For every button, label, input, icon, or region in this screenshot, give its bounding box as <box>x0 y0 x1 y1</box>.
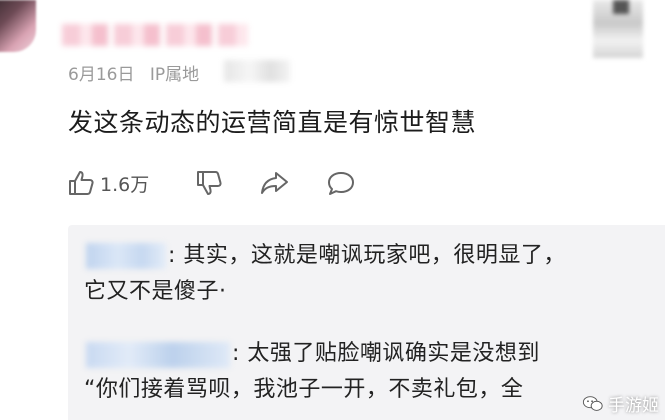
reply-2-line-2: “你们接着骂呗，我池子一开，不卖礼包，全 <box>84 377 524 402</box>
watermark: 手游姬 <box>582 391 659 416</box>
username-blurred[interactable] <box>62 24 248 46</box>
dislike-button[interactable] <box>194 168 224 198</box>
comment-date: 6月16日 <box>68 65 135 85</box>
reply-1-line-2: 它又不是傻子· <box>84 279 227 304</box>
reply-button[interactable] <box>326 168 356 198</box>
comment-meta: 6月16日 IP属地 <box>68 60 199 85</box>
like-count: 1.6万 <box>100 173 150 196</box>
wechat-icon <box>582 395 603 411</box>
side-avatar-detail <box>613 0 629 14</box>
comment-actions: 1.6万 <box>66 168 386 204</box>
reply-username-blurred[interactable] <box>86 243 166 269</box>
share-button[interactable] <box>259 168 289 198</box>
thumbs-up-icon <box>69 171 94 195</box>
avatar-blurred[interactable] <box>0 0 36 52</box>
like-button[interactable]: 1.6万 <box>66 168 149 198</box>
reply-username-blurred[interactable] <box>86 342 230 368</box>
ip-location-label: IP属地 <box>149 65 200 85</box>
share-arrow-icon <box>261 172 288 194</box>
thumbs-down-icon <box>197 171 222 195</box>
comment-bubble-icon <box>328 172 354 195</box>
ip-location-blurred <box>224 60 290 82</box>
comment-body: 发这条动态的运营简直是有惊世智慧 <box>68 108 477 137</box>
watermark-text: 手游姬 <box>608 396 659 416</box>
reply-2-line-1: : 太强了贴脸嘲讽确实是没想到 <box>232 341 540 366</box>
reply-1-line-1: : 其实，这就是嘲讽玩家吧，很明显了， <box>168 243 566 268</box>
